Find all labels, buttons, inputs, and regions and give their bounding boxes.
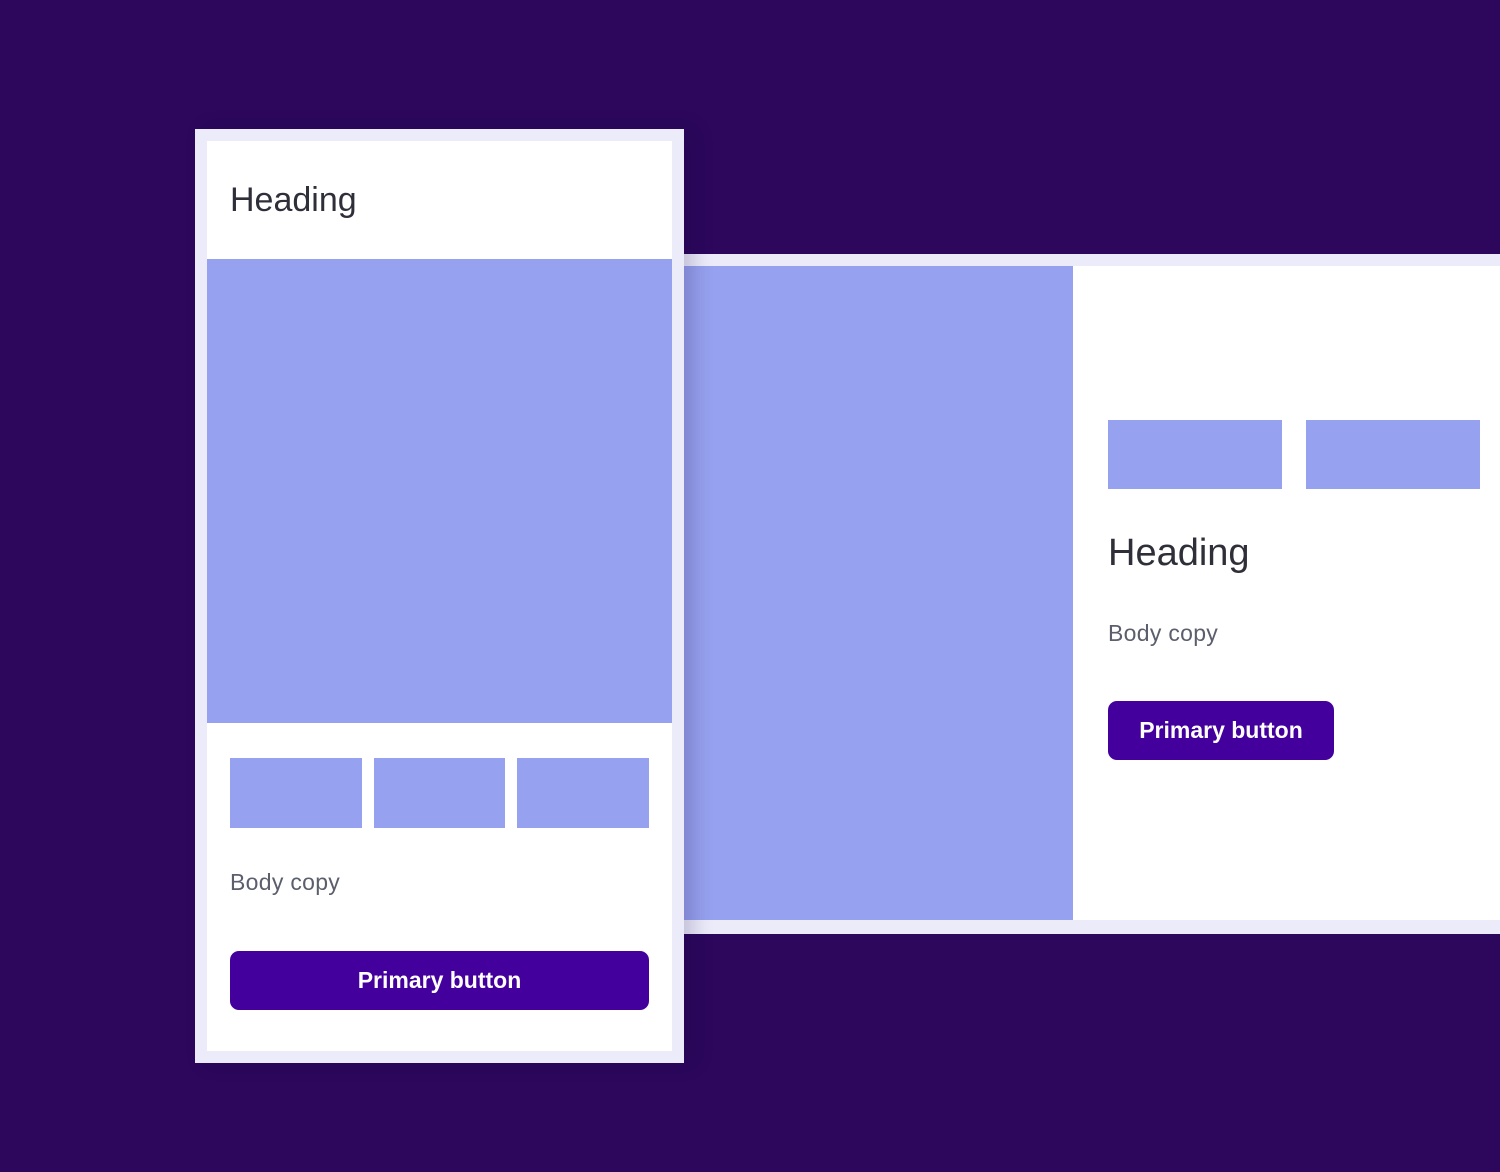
tall-card-body-copy: Body copy <box>230 869 341 895</box>
wide-card-body-copy: Body copy <box>1108 620 1219 646</box>
wide-card-thumbnail-placeholder <box>1108 420 1282 489</box>
tall-card-thumbnail-placeholder <box>517 758 649 828</box>
tall-card-primary-button[interactable]: Primary button <box>230 951 649 1010</box>
wide-card-heading: Heading <box>1108 532 1250 574</box>
tall-card-image-placeholder <box>207 259 672 723</box>
wide-card-image-placeholder <box>684 266 1073 920</box>
tall-card-thumbnail-placeholder <box>230 758 362 828</box>
wide-card-thumbnail-placeholder <box>1306 420 1480 489</box>
tall-card-thumbnail-placeholder <box>374 758 505 828</box>
wide-card-primary-button[interactable]: Primary button <box>1108 701 1334 760</box>
tall-card-heading: Heading <box>230 181 357 219</box>
